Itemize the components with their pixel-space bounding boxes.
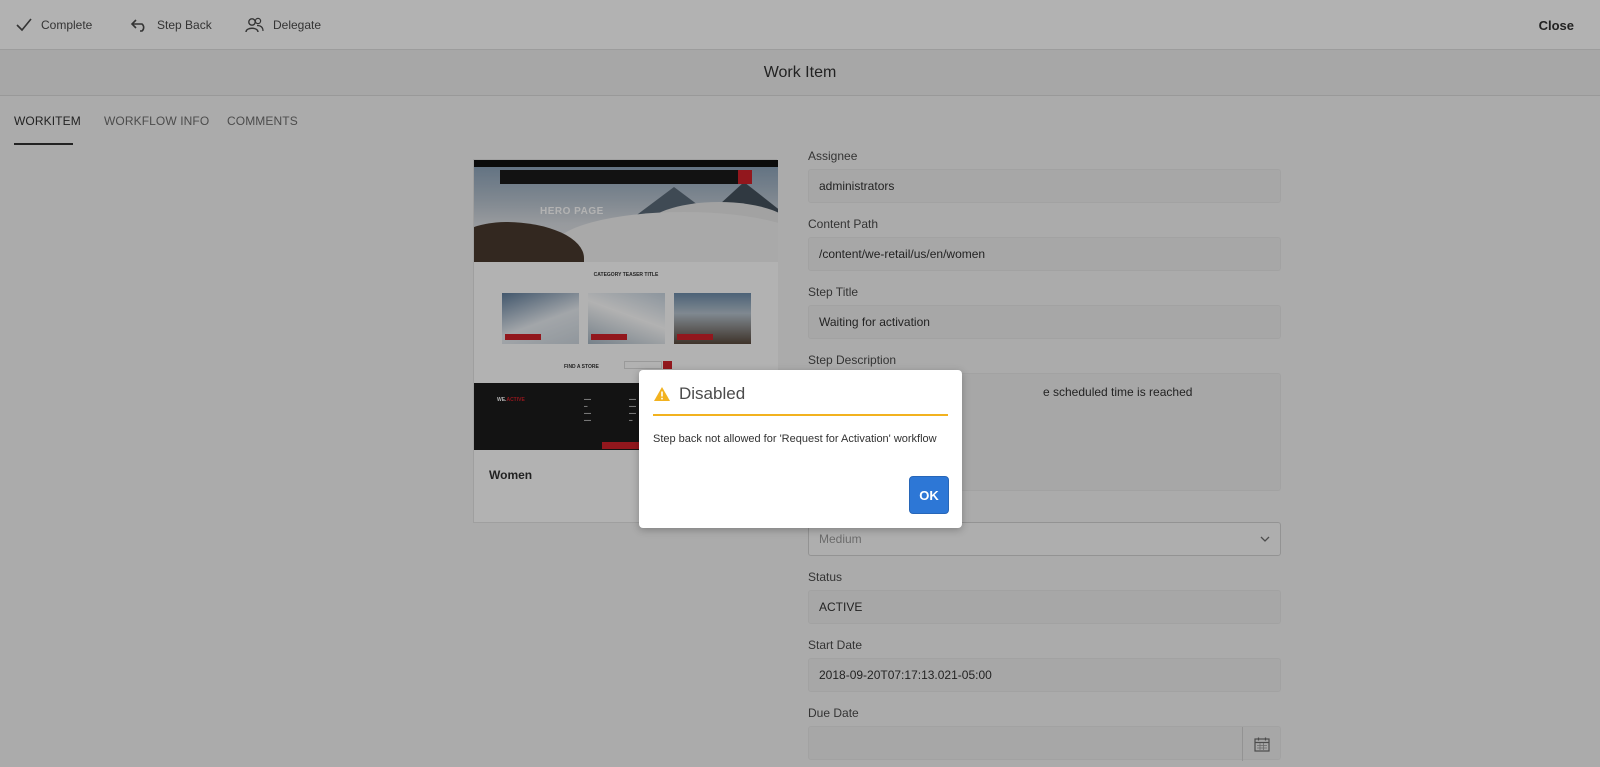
dialog-title: Disabled [679, 384, 746, 403]
dialog-header: Disabled [653, 384, 948, 416]
alert-dialog: Disabled Step back not allowed for 'Requ… [639, 370, 962, 528]
warning-icon [654, 387, 670, 401]
ok-button[interactable]: OK [909, 476, 949, 514]
dialog-message: Step back not allowed for 'Request for A… [653, 433, 937, 445]
